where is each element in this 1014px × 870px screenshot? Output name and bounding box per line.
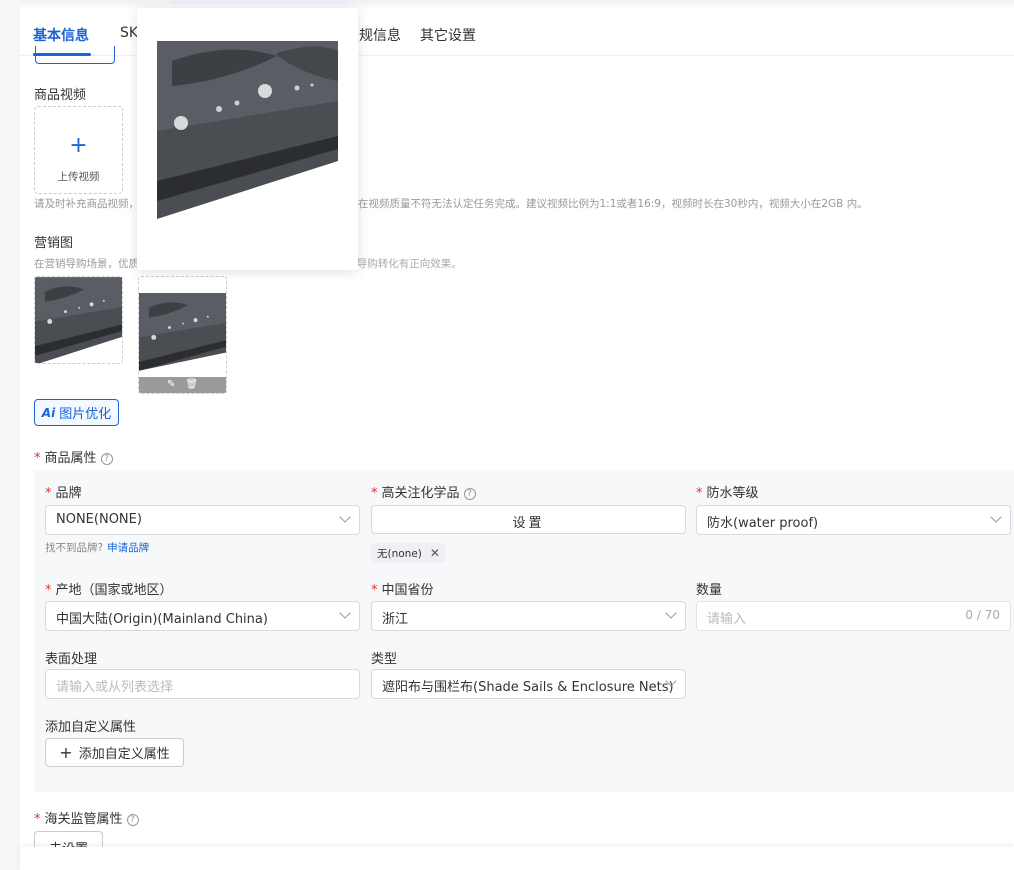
- upload-video-label: 上传视频: [57, 171, 100, 183]
- trash-icon[interactable]: 🗑: [185, 380, 198, 390]
- customs-section-label: * 海关监管属性?: [34, 808, 139, 827]
- edit-icon[interactable]: ✎: [167, 380, 175, 390]
- province-label: * 中国省份: [371, 583, 434, 598]
- chemical-set-button[interactable]: 设置: [371, 505, 686, 534]
- type-select[interactable]: 遮阳布与围栏布(Shade Sails & Enclosure Nets): [371, 669, 686, 699]
- brand-select[interactable]: NONE(NONE): [45, 505, 360, 535]
- plus-icon: +: [69, 133, 88, 158]
- upload-video-button[interactable]: + 上传视频: [34, 106, 123, 194]
- preview-image: [157, 41, 338, 219]
- top-accent: [170, 0, 348, 4]
- waterproof-select[interactable]: 防水(water proof): [696, 505, 1011, 535]
- brand-label: * 品牌: [45, 486, 82, 501]
- video-hint-left: 请及时补充商品视频，: [34, 198, 139, 210]
- image-preview-popover: [137, 8, 358, 270]
- ai-button-label: 图片优化: [59, 407, 112, 422]
- surface-label: 表面处理: [45, 652, 98, 667]
- marketing-image-1[interactable]: [34, 276, 123, 364]
- chevron-down-icon: [990, 511, 1002, 523]
- chevron-down-icon: [665, 607, 677, 619]
- type-label: 类型: [371, 652, 398, 667]
- quantity-counter: 0 / 70: [965, 608, 1000, 622]
- quantity-input[interactable]: 请输入 0 / 70: [696, 601, 1011, 631]
- marketing-hint-left: 在营销导购场景，优质的: [34, 258, 150, 270]
- tab-basic-info[interactable]: 基本信息: [33, 25, 89, 45]
- plus-icon: +: [59, 742, 73, 762]
- chemical-label: * 高关注化学品?: [371, 482, 476, 501]
- attributes-section-label: * 商品属性?: [34, 447, 113, 466]
- ai-image-optimize-button[interactable]: Ai 图片优化: [34, 399, 119, 426]
- chevron-down-icon: [339, 607, 351, 619]
- help-icon[interactable]: ?: [463, 488, 476, 500]
- video-hint-right: 在视频质量不符无法认定任务完成。建议视频比例为1:1或者16:9，视频时长在30…: [358, 198, 868, 210]
- apply-brand-link[interactable]: 申请品牌: [107, 542, 149, 554]
- chemical-tag: 无(none) ✕: [371, 543, 446, 563]
- add-custom-attribute-button[interactable]: + 添加自定义属性: [45, 738, 184, 767]
- bottom-bar: [20, 847, 1014, 870]
- tab-sku[interactable]: SK: [120, 25, 138, 41]
- quantity-label: 数量: [696, 583, 723, 598]
- origin-label: * 产地（国家或地区）: [45, 583, 173, 598]
- image-action-bar: ✎ 🗑: [139, 377, 226, 393]
- left-gutter: [0, 0, 20, 870]
- custom-attr-label: 添加自定义属性: [45, 720, 137, 735]
- origin-select[interactable]: 中国大陆(Origin)(Mainland China): [45, 601, 360, 631]
- partial-link-button[interactable]: ····: [35, 46, 115, 64]
- marketing-image-2[interactable]: ✎ 🗑: [138, 276, 227, 394]
- waterproof-label: * 防水等级: [696, 486, 759, 501]
- help-icon[interactable]: ?: [126, 814, 139, 826]
- help-icon[interactable]: ?: [100, 453, 113, 465]
- chevron-down-icon: [339, 511, 351, 523]
- tab-spec-info[interactable]: 规信息: [359, 25, 401, 45]
- tab-other-settings[interactable]: 其它设置: [420, 25, 476, 45]
- close-icon[interactable]: ✕: [430, 546, 440, 560]
- marketing-section-label: 营销图: [34, 236, 74, 251]
- ai-icon: Ai: [41, 405, 56, 420]
- surface-input[interactable]: 请输入或从列表选择: [45, 669, 360, 699]
- province-select[interactable]: 浙江: [371, 601, 686, 631]
- video-section-label: 商品视频: [34, 88, 87, 103]
- brand-helper: 找不到品牌? 申请品牌: [45, 542, 150, 554]
